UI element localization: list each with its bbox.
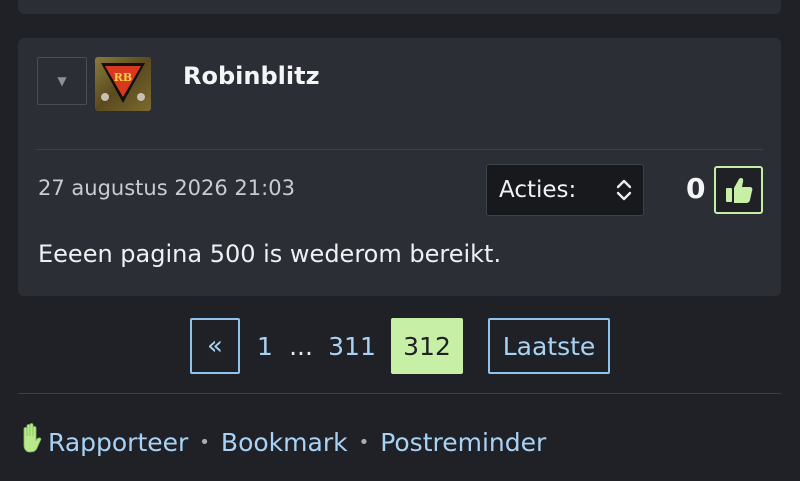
footer-divider	[18, 393, 781, 394]
actions-select-label: Acties:	[499, 177, 577, 203]
post-timestamp: 27 augustus 2026 21:03	[38, 176, 295, 200]
like-count: 0	[686, 172, 706, 205]
collapse-button[interactable]: ▼	[37, 57, 87, 105]
page-link-311[interactable]: 311	[326, 318, 378, 374]
last-page-button[interactable]: Laatste	[488, 318, 610, 374]
pagination-ellipsis: ...	[289, 331, 313, 361]
actions-select[interactable]: Acties:	[486, 164, 644, 216]
updown-chevron-icon	[616, 179, 632, 201]
post-author[interactable]: Robinblitz	[183, 62, 320, 90]
page-link-1[interactable]: 1	[250, 318, 280, 374]
thumbs-up-icon	[725, 178, 752, 203]
avatar-monogram: RB	[114, 71, 132, 84]
first-page-button[interactable]: «	[190, 318, 240, 374]
caret-down-icon: ▼	[57, 74, 67, 88]
report-link[interactable]: Rapporteer	[48, 428, 188, 457]
bookmark-link[interactable]: Bookmark	[221, 428, 348, 457]
separator-dot: •	[358, 431, 370, 453]
avatar[interactable]: RB	[95, 57, 151, 111]
post-body: Eeeen pagina 500 is wederom bereikt.	[38, 240, 502, 268]
like-button[interactable]	[714, 166, 763, 214]
previous-post-card	[18, 0, 781, 14]
current-page: 312	[391, 318, 463, 374]
separator-dot: •	[199, 431, 210, 453]
avatar-image: RB	[95, 57, 151, 111]
postreminder-link[interactable]: Postreminder	[380, 428, 546, 457]
footer-links: Rapporteer • Bookmark • Postreminder	[18, 423, 546, 460]
raised-hand-icon	[23, 423, 42, 453]
post-card: ▼ RB Robinblitz 27 augustus 2026 21:03 A…	[18, 38, 781, 296]
pagination: « 1 ... 311 312 Laatste	[0, 318, 800, 376]
post-divider	[36, 149, 763, 150]
